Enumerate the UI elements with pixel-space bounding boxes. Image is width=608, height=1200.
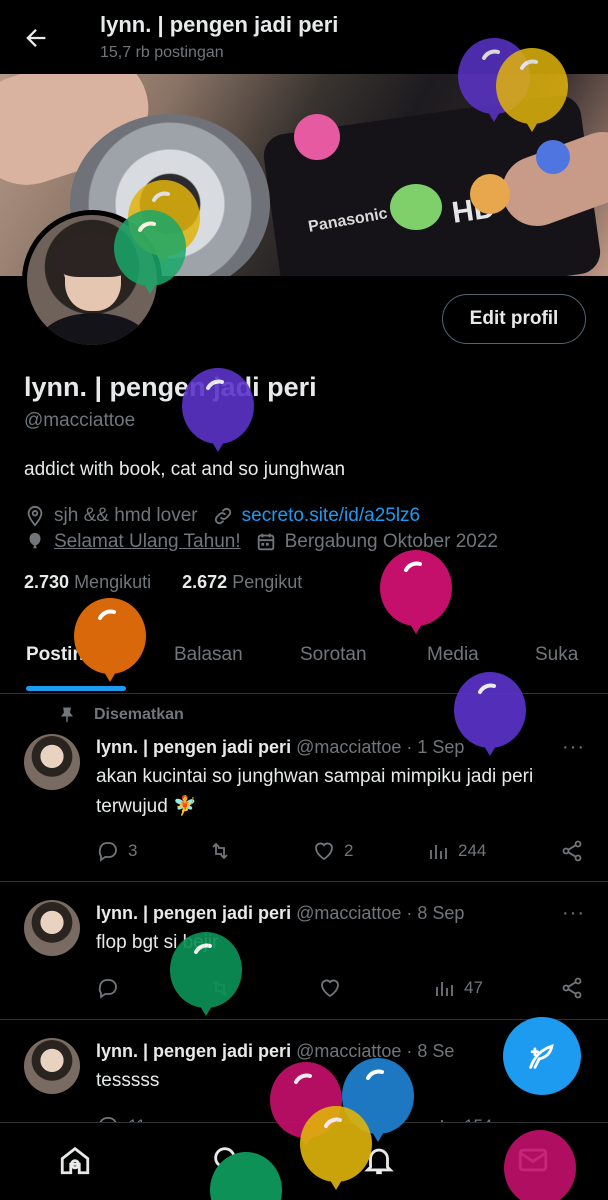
retweet-button[interactable] (208, 839, 240, 863)
reply-button[interactable] (96, 976, 128, 1000)
balloon-decoration (504, 1130, 576, 1200)
following-label: Mengikuti (74, 572, 152, 592)
balloon-decoration (380, 550, 452, 634)
share-icon (562, 977, 582, 999)
tweet-author[interactable]: lynn. | pengen jadi peri (96, 903, 291, 923)
link-icon (214, 507, 231, 525)
views-count: 47 (464, 978, 483, 997)
following-count: 2.730 (24, 572, 70, 592)
following-link[interactable]: 2.730 Mengikuti (24, 572, 151, 592)
like-button[interactable]: 2 (312, 839, 353, 863)
heart-icon (315, 842, 333, 861)
profile-meta-row-1: sjh && hmd lover secreto.site/id/a25lz6 (24, 503, 420, 529)
tweet-text: akan kucintai so junghwan sampai mimpiku… (96, 766, 534, 817)
balloon-decoration (182, 368, 254, 452)
tweet-author[interactable]: lynn. | pengen jadi peri (96, 1041, 291, 1061)
home-icon[interactable] (58, 1143, 92, 1177)
balloon-decoration (454, 672, 526, 756)
like-count: 2 (344, 841, 354, 860)
reply-count: 3 (128, 841, 138, 860)
share-button[interactable] (560, 839, 592, 863)
tweet-avatar[interactable] (24, 734, 80, 790)
banner-sticker-small (470, 174, 510, 214)
balloon-decoration (170, 932, 242, 1016)
balloon-decoration (114, 210, 186, 294)
share-icon (562, 840, 582, 862)
tweet-author[interactable]: lynn. | pengen jadi peri (96, 737, 291, 757)
location-pin-icon (27, 505, 43, 527)
reply-icon (98, 842, 117, 862)
retweet-icon (212, 842, 228, 860)
profile-location: sjh && hmd lover (54, 505, 198, 526)
followers-count: 2.672 (182, 572, 228, 592)
tweet-avatar[interactable] (24, 1038, 80, 1094)
edit-profile-button[interactable]: Edit profil (442, 294, 586, 344)
followers-link[interactable]: 2.672 Pengikut (182, 572, 302, 592)
banner-sticker-flower (294, 114, 340, 160)
heart-icon (321, 979, 339, 998)
views-icon (430, 845, 447, 859)
birthday-link[interactable]: Selamat Ulang Tahun! (54, 531, 241, 553)
tweet[interactable]: lynn. | pengen jadi peri @macciattoe · 8… (0, 882, 608, 1020)
balloon-decoration (74, 598, 146, 682)
followers-label: Pengikut (232, 572, 303, 592)
tab-media[interactable]: Media (427, 644, 479, 666)
more-options-icon[interactable]: ··· (562, 736, 585, 759)
share-button[interactable] (560, 976, 592, 1000)
tweet-avatar[interactable] (24, 900, 80, 956)
balloon-decoration (300, 1106, 372, 1190)
compose-feather-icon (529, 1043, 554, 1069)
balloon-decoration (496, 48, 568, 132)
compose-button[interactable] (503, 1017, 581, 1095)
banner-sticker-crown (536, 140, 570, 174)
views-count: 244 (458, 841, 487, 860)
avatar-shirt (39, 313, 149, 345)
page-title: lynn. | pengen jadi peri (100, 12, 339, 37)
tweet-header: lynn. | pengen jadi peri @macciattoe · 8… (96, 903, 464, 924)
tab-balasan[interactable]: Balasan (174, 644, 243, 666)
tweet-header: lynn. | pengen jadi peri @macciattoe · 1… (96, 737, 464, 758)
more-options-icon[interactable]: ··· (562, 902, 585, 925)
views-icon (436, 982, 453, 996)
balloon-decoration (210, 1152, 282, 1200)
profile-bio: addict with book, cat and so junghwan (24, 459, 346, 480)
tweet-text: flop bgt si bejir (96, 932, 219, 953)
banner-sticker-butterfly (390, 184, 442, 230)
tweet-meta: @macciattoe · 1 Sep (296, 737, 465, 757)
reply-button[interactable]: 3 (96, 839, 137, 863)
tweet-meta: @macciattoe · 8 Sep (296, 903, 465, 923)
profile-name: lynn. | pengen jadi peri (24, 372, 317, 402)
calendar-icon (257, 533, 274, 551)
tab-suka[interactable]: Suka (535, 644, 578, 666)
arrow-left-icon[interactable] (22, 24, 50, 52)
follow-stats: 2.730 Mengikuti 2.672 Pengikut (24, 572, 302, 593)
tweet-actions: 3 2 244 (96, 839, 586, 867)
views-button[interactable]: 47 (432, 976, 483, 1000)
profile-website-link[interactable]: secreto.site/id/a25lz6 (242, 505, 421, 527)
balloon-icon (29, 532, 41, 549)
post-count: 15,7 rb postingan (100, 44, 224, 61)
views-button[interactable]: 244 (426, 839, 486, 863)
reply-icon (98, 979, 117, 999)
tab-sorotan[interactable]: Sorotan (300, 644, 367, 666)
profile-handle: @macciattoe (24, 410, 136, 431)
like-button[interactable] (318, 976, 350, 1000)
